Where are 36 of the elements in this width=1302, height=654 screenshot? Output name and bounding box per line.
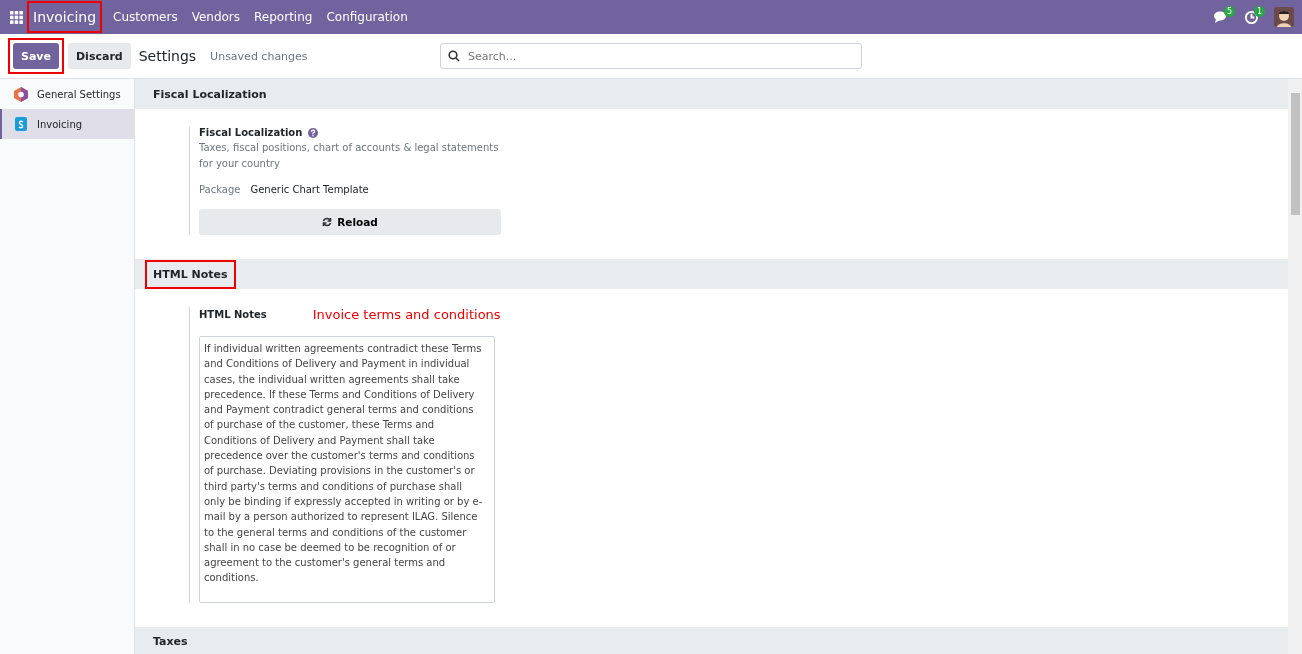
setting-label: Fiscal Localization bbox=[199, 127, 303, 138]
user-avatar[interactable] bbox=[1274, 7, 1294, 27]
section-header: Taxes bbox=[152, 634, 189, 651]
save-button[interactable]: Save bbox=[13, 43, 59, 69]
menu-item[interactable]: Vendors bbox=[184, 0, 248, 34]
reload-button[interactable]: Reload bbox=[199, 209, 501, 235]
setting-description: Taxes, fiscal positions, chart of accounts & legal statements for your country bbox=[199, 141, 499, 171]
chat-icon[interactable] bbox=[1213, 10, 1229, 24]
menu-item[interactable]: Customers bbox=[106, 0, 185, 34]
help-icon[interactable] bbox=[308, 127, 319, 138]
apps-menu-icon[interactable] bbox=[10, 10, 23, 24]
scrollbar-thumb[interactable] bbox=[1290, 93, 1300, 215]
sidebar-item[interactable]: General Settings bbox=[0, 79, 134, 109]
search-icon bbox=[448, 50, 460, 62]
refresh-icon bbox=[322, 217, 333, 227]
search-field[interactable]: Search... bbox=[440, 43, 862, 69]
notes-text-area[interactable]: If individual written agreements contradict these Terms and Conditions of Delivery and Payment in individual cases, the individual written agreements shall take precedence. If these Terms and Conditions of Delivery and Payment contradict general terms and conditions of purchase of the customer, these Terms and Conditions of Delivery and Payment shall take precedence over the customer's terms and conditions of purchase. Deviating provisions in the customer's or third party's terms and conditions of purchase shall only be binding if expressly accepted in writing or by e-mail by a person authorized to represent ILAG. Silence to the general terms and conditions of the customer shall in no case be deemed to be recognition of or agreement to the customer's general terms and conditions. bbox=[199, 336, 495, 603]
unsaved-status: Unsaved changes bbox=[210, 49, 308, 63]
discard-button[interactable]: Discard bbox=[68, 43, 131, 69]
field-label: Package bbox=[199, 184, 241, 195]
section-header: Fiscal Localization bbox=[152, 86, 268, 103]
clock-icon[interactable] bbox=[1243, 9, 1259, 25]
menu-item[interactable]: Configuration bbox=[319, 0, 415, 34]
page-title: Settings bbox=[138, 48, 197, 64]
field-value: Generic Chart Template bbox=[250, 184, 369, 195]
scrollbar[interactable] bbox=[1288, 79, 1302, 654]
menu-item[interactable]: Reporting bbox=[247, 0, 320, 34]
activity-count-badge: 1 bbox=[1253, 6, 1265, 17]
sidebar-item[interactable]: Invoicing bbox=[0, 109, 134, 139]
hexagon-logo-icon bbox=[14, 86, 28, 102]
app-name-link[interactable]: Invoicing bbox=[27, 1, 103, 33]
annotation-text: Invoice terms and conditions bbox=[312, 307, 501, 322]
message-count-badge: 5 bbox=[1223, 6, 1235, 17]
section-header: HTML Notes bbox=[145, 259, 236, 289]
invoice-app-icon bbox=[14, 116, 28, 132]
setting-label: HTML Notes bbox=[199, 309, 267, 320]
